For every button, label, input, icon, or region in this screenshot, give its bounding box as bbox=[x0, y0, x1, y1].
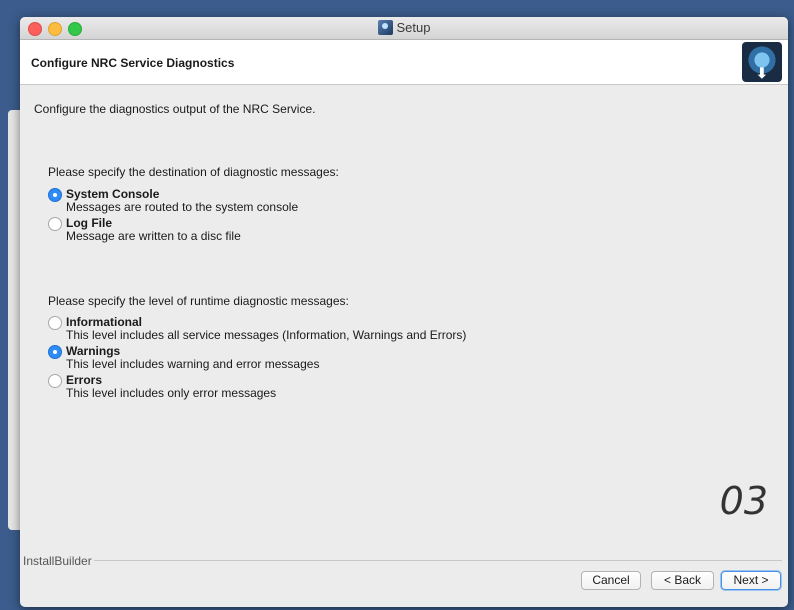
window-title-wrap: Setup bbox=[20, 20, 788, 35]
option-description: This level includes all service messages… bbox=[66, 328, 467, 342]
page-number: 03 bbox=[719, 479, 768, 523]
installbuilder-brand: InstallBuilder bbox=[23, 554, 92, 568]
download-arrow-icon: ⬇ bbox=[756, 65, 768, 81]
radio-button[interactable] bbox=[48, 217, 62, 231]
installbuilder-logo-icon: ⬇ bbox=[742, 42, 782, 82]
level-question: Please specify the level of runtime diag… bbox=[48, 294, 349, 308]
option-description: Message are written to a disc file bbox=[66, 229, 241, 243]
setup-app-icon bbox=[377, 20, 393, 35]
window-title: Setup bbox=[396, 20, 431, 35]
back-button[interactable]: < Back bbox=[651, 571, 714, 590]
option-description: Messages are routed to the system consol… bbox=[66, 200, 299, 214]
option-description: This level includes warning and error me… bbox=[66, 357, 320, 371]
radio-button[interactable] bbox=[48, 316, 62, 330]
footer-divider bbox=[94, 560, 782, 561]
option-description: This level includes only error messages bbox=[66, 386, 277, 400]
option-label: Warnings bbox=[66, 344, 121, 358]
next-button[interactable]: Next > bbox=[721, 571, 781, 590]
option-label: Log File bbox=[66, 216, 112, 230]
title-bar[interactable]: Setup bbox=[20, 17, 788, 40]
destination-question: Please specify the destination of diagno… bbox=[48, 165, 339, 179]
radio-button-selected[interactable] bbox=[48, 345, 62, 359]
option-label: System Console bbox=[66, 187, 160, 201]
cancel-button[interactable]: Cancel bbox=[581, 571, 641, 590]
setup-window: Setup Configure NRC Service Diagnostics … bbox=[20, 17, 788, 607]
radio-button[interactable] bbox=[48, 374, 62, 388]
option-label: Errors bbox=[66, 373, 103, 387]
intro-text: Configure the diagnostics output of the … bbox=[34, 102, 316, 116]
page-title: Configure NRC Service Diagnostics bbox=[31, 56, 235, 70]
page-header: Configure NRC Service Diagnostics ⬇ bbox=[20, 40, 788, 85]
option-label: Informational bbox=[66, 315, 143, 329]
radio-button-selected[interactable] bbox=[48, 188, 62, 202]
